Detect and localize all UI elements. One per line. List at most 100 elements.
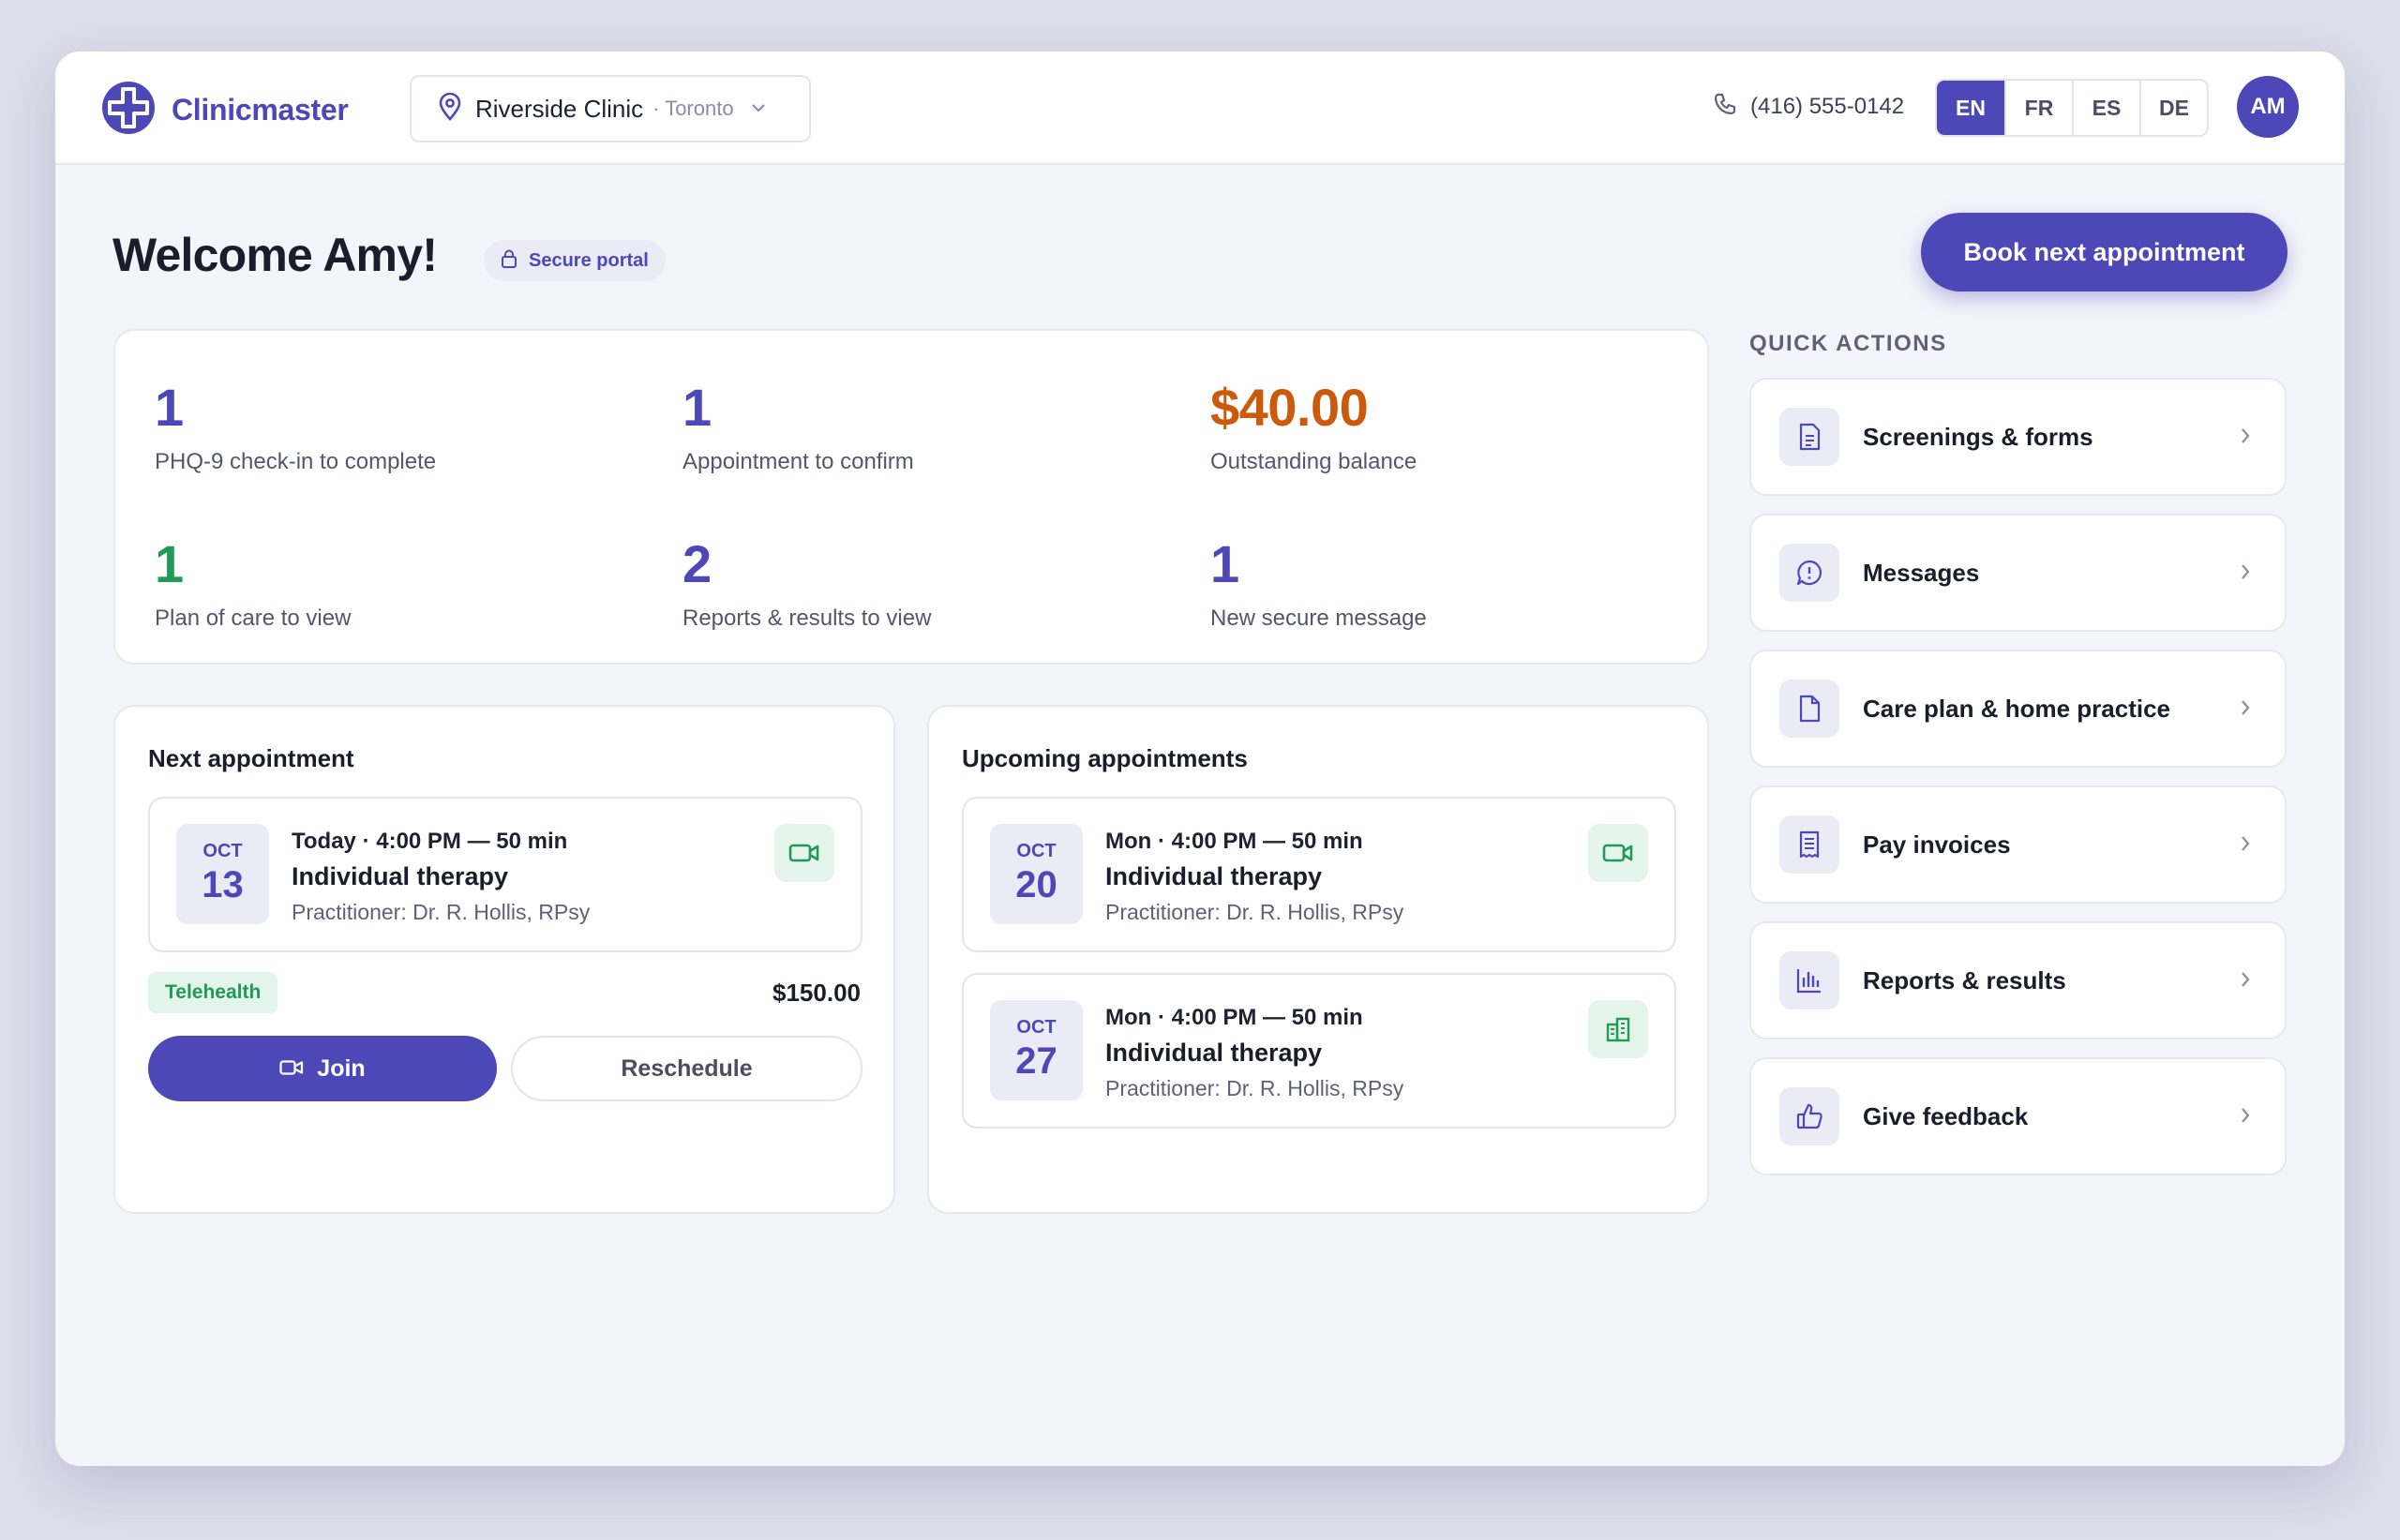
quick-action-label: Care plan & home practice: [1863, 695, 2170, 723]
brand[interactable]: Clinicmaster: [100, 80, 349, 141]
reschedule-button[interactable]: Reschedule: [511, 1036, 862, 1101]
appointment-type: Individual therapy: [1105, 862, 1323, 890]
summary-value: 1: [1210, 534, 1239, 593]
date-day: 27: [1015, 1040, 1058, 1082]
join-label: Join: [317, 1054, 366, 1082]
date-badge: OCT 20: [990, 824, 1083, 924]
quick-action-messages[interactable]: Messages: [1749, 514, 2287, 632]
language-de[interactable]: DE: [2139, 81, 2207, 135]
lock-icon: [501, 249, 518, 273]
next-appointment-title: Next appointment: [148, 744, 354, 772]
appointment-practitioner: Practitioner: Dr. R. Hollis, RPsy: [1105, 900, 1404, 924]
secure-portal-label: Secure portal: [529, 249, 649, 271]
upcoming-appointments-card: Upcoming appointments OCT 20 Mon · 4:00 …: [927, 705, 1709, 1214]
chevron-right-icon: [2240, 834, 2251, 858]
clinicmaster-logo-icon: [100, 80, 157, 141]
upcoming-appointment-item[interactable]: OCT 27 Mon · 4:00 PM — 50 min Individual…: [962, 973, 1676, 1129]
clinic-city: · Toronto: [652, 97, 734, 120]
upcoming-appointment-item[interactable]: OCT 20 Mon · 4:00 PM — 50 min Individual…: [962, 797, 1676, 952]
appointment-type: Individual therapy: [292, 862, 509, 890]
date-day: 20: [1015, 864, 1058, 905]
summary-label: Appointment to confirm: [682, 449, 914, 474]
message-icon: [1779, 544, 1839, 602]
video-icon: [279, 1055, 304, 1083]
appointment-practitioner: Practitioner: Dr. R. Hollis, RPsy: [292, 900, 591, 924]
quick-actions-heading: QUICK ACTIONS: [1749, 331, 1947, 356]
chevron-down-icon: [751, 100, 766, 117]
top-bar: Clinicmaster Riverside Clinic · Toronto: [55, 52, 2345, 165]
summary-item-messages[interactable]: 1 New secure message: [1210, 538, 1427, 632]
summary-item-care-plan[interactable]: 1 Plan of care to view: [155, 538, 351, 632]
telehealth-badge: Telehealth: [148, 972, 278, 1013]
quick-action-care-plan[interactable]: Care plan & home practice: [1749, 650, 2287, 768]
quick-action-label: Messages: [1863, 559, 1980, 587]
brand-name: Clinicmaster: [172, 93, 349, 127]
chevron-right-icon: [2240, 1106, 2251, 1129]
secure-portal-badge: Secure portal: [484, 240, 666, 281]
date-month: OCT: [1016, 841, 1057, 861]
summary-card: 1 PHQ-9 check-in to complete 1 Appointme…: [113, 329, 1709, 665]
quick-action-label: Reports & results: [1863, 966, 2066, 994]
building-icon: [1588, 1000, 1648, 1058]
user-avatar[interactable]: AM: [2237, 76, 2299, 138]
appointment-type: Individual therapy: [1105, 1039, 1323, 1067]
summary-item-confirm[interactable]: 1 Appointment to confirm: [682, 381, 914, 475]
appointment-price: $150.00: [772, 979, 861, 1007]
location-pin-icon: [438, 92, 462, 126]
upcoming-appointments-title: Upcoming appointments: [962, 744, 1248, 772]
thumbs-up-icon: [1779, 1087, 1839, 1145]
summary-label: New secure message: [1210, 606, 1427, 631]
form-icon: [1779, 408, 1839, 466]
chevron-right-icon: [2240, 562, 2251, 586]
phone-icon: [1713, 92, 1737, 121]
portal-window: Clinicmaster Riverside Clinic · Toronto: [55, 52, 2345, 1466]
summary-label: Plan of care to view: [155, 606, 352, 631]
video-icon: [774, 824, 834, 882]
phone-number: (416) 555-0142: [1750, 93, 1905, 119]
appointment-time: Mon · 4:00 PM — 50 min: [1105, 1005, 1363, 1030]
page-title: Welcome Amy!: [112, 229, 438, 281]
chart-icon: [1779, 951, 1839, 1009]
appointment-practitioner: Practitioner: Dr. R. Hollis, RPsy: [1105, 1076, 1404, 1100]
summary-item-reports[interactable]: 2 Reports & results to view: [682, 538, 931, 632]
chevron-right-icon: [2240, 698, 2251, 722]
date-badge: OCT 13: [176, 824, 269, 924]
summary-value: 1: [155, 378, 184, 437]
summary-value: $40.00: [1210, 378, 1369, 437]
clinic-selector[interactable]: Riverside Clinic · Toronto: [410, 75, 811, 142]
summary-label: PHQ-9 check-in to complete: [155, 449, 437, 474]
language-fr[interactable]: FR: [2004, 81, 2072, 135]
quick-action-reports[interactable]: Reports & results: [1749, 921, 2287, 1039]
summary-item-balance[interactable]: $40.00 Outstanding balance: [1210, 381, 1417, 475]
summary-item-phq9[interactable]: 1 PHQ-9 check-in to complete: [155, 381, 436, 475]
quick-action-screenings[interactable]: Screenings & forms: [1749, 378, 2287, 496]
next-appointment-item[interactable]: OCT 13 Today · 4:00 PM — 50 min Individu…: [148, 797, 862, 952]
date-day: 13: [202, 864, 244, 905]
summary-label: Reports & results to view: [682, 606, 932, 631]
date-month: OCT: [1016, 1017, 1057, 1038]
quick-action-feedback[interactable]: Give feedback: [1749, 1057, 2287, 1175]
language-switcher: EN FR ES DE: [1935, 79, 2209, 137]
appointment-time: Today · 4:00 PM — 50 min: [292, 829, 568, 854]
invoice-icon: [1779, 815, 1839, 874]
quick-action-label: Give feedback: [1863, 1102, 2029, 1130]
quick-action-pay-invoices[interactable]: Pay invoices: [1749, 785, 2287, 904]
document-icon: [1779, 680, 1839, 738]
summary-value: 1: [155, 534, 184, 593]
quick-action-label: Pay invoices: [1863, 830, 2011, 859]
date-month: OCT: [202, 841, 243, 861]
video-icon: [1588, 824, 1648, 882]
date-badge: OCT 27: [990, 1000, 1083, 1100]
language-en[interactable]: EN: [1937, 81, 2004, 135]
clinic-phone[interactable]: (416) 555-0142: [1713, 92, 1904, 121]
chevron-right-icon: [2240, 970, 2251, 994]
clinic-name: Riverside Clinic: [475, 94, 644, 123]
summary-value: 1: [682, 378, 712, 437]
language-es[interactable]: ES: [2072, 81, 2139, 135]
summary-label: Outstanding balance: [1210, 449, 1418, 474]
join-button[interactable]: Join: [148, 1036, 497, 1101]
quick-action-label: Screenings & forms: [1863, 423, 2093, 451]
book-next-appointment-button[interactable]: Book next appointment: [1921, 213, 2288, 292]
appointment-time: Mon · 4:00 PM — 50 min: [1105, 829, 1363, 854]
chevron-right-icon: [2240, 426, 2251, 450]
